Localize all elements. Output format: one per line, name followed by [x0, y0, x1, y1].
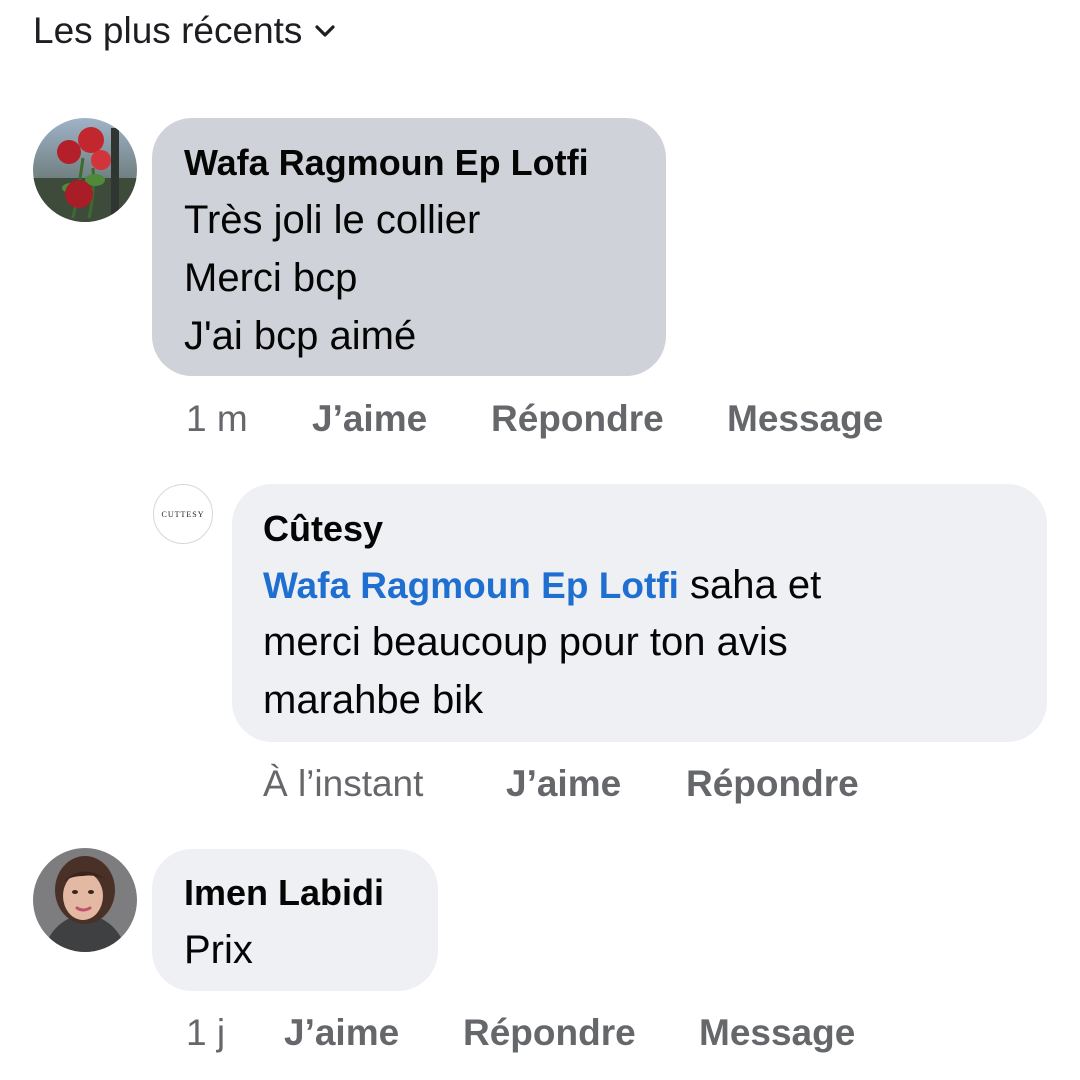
comment-text-line: J'ai bcp aimé — [184, 314, 417, 358]
page-avatar[interactable]: CUTTESY — [153, 484, 213, 544]
sort-label: Les plus récents — [33, 10, 303, 51]
avatar[interactable] — [33, 118, 137, 222]
like-button[interactable]: J’aime — [506, 763, 621, 805]
chevron-down-icon — [315, 25, 336, 37]
reply-timestamp[interactable]: À l’instant — [263, 763, 423, 805]
mention-link[interactable]: Wafa Ragmoun Ep Lotfi — [263, 565, 679, 606]
reply-text-line: Wafa Ragmoun Ep Lotfi saha et — [263, 563, 821, 608]
comment-author[interactable]: Imen Labidi — [184, 872, 384, 914]
comment-text-line: Très joli le collier — [184, 198, 481, 242]
comment-author[interactable]: Wafa Ragmoun Ep Lotfi — [184, 142, 589, 184]
reply-text-line: merci beaucoup pour ton avis — [263, 620, 788, 664]
reply-button[interactable]: Répondre — [463, 1012, 636, 1054]
reply-text-line: marahbe bik — [263, 678, 484, 722]
comment-text-line: Merci bcp — [184, 256, 358, 300]
page-logo-text: CUTTESY — [161, 509, 205, 519]
sort-dropdown[interactable]: Les plus récents — [33, 8, 336, 54]
like-button[interactable]: J’aime — [284, 1012, 399, 1054]
like-button[interactable]: J’aime — [312, 398, 427, 440]
comment-text-line: Prix — [184, 928, 253, 972]
rose-photo-icon — [33, 118, 137, 222]
woman-photo-icon — [33, 848, 137, 952]
comment-timestamp[interactable]: 1 j — [186, 1012, 225, 1054]
reply-author[interactable]: Cûtesy — [263, 508, 383, 550]
comment-timestamp[interactable]: 1 m — [186, 398, 248, 440]
avatar[interactable] — [33, 848, 137, 952]
message-button[interactable]: Message — [699, 1012, 855, 1054]
message-button[interactable]: Message — [727, 398, 883, 440]
reply-text-segment: saha et — [678, 563, 822, 607]
reply-button[interactable]: Répondre — [491, 398, 664, 440]
reply-button[interactable]: Répondre — [686, 763, 859, 805]
